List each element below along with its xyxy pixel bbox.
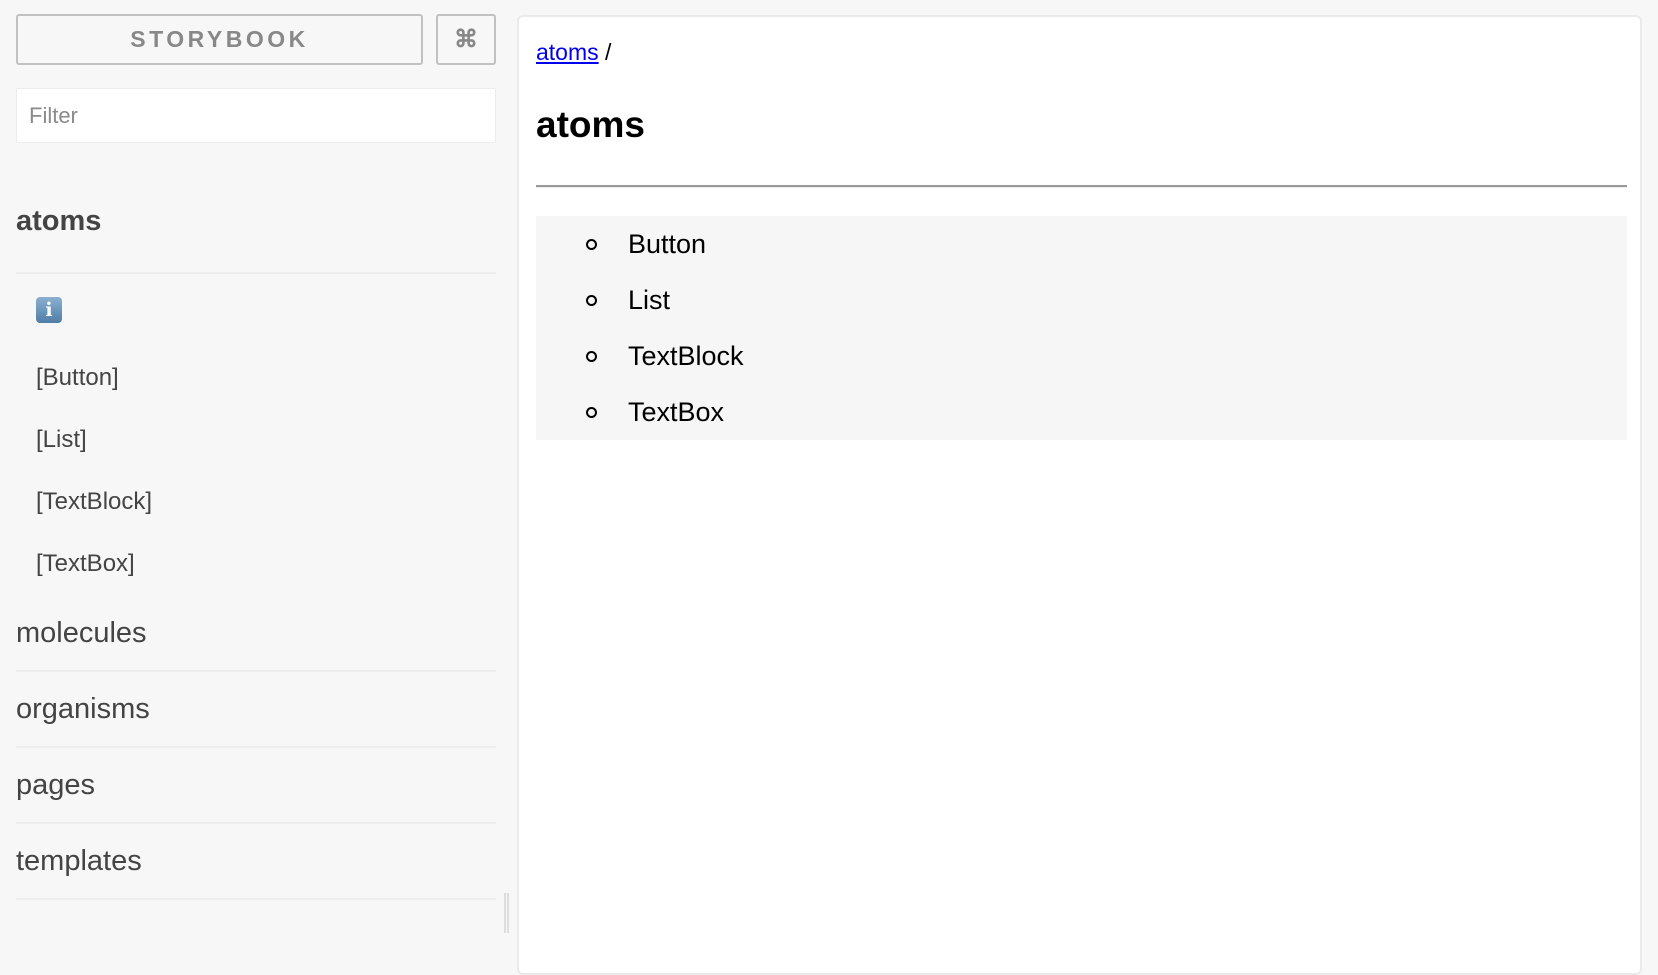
bullet-icon	[586, 406, 597, 418]
preview-panel: atoms / atoms Button List TextBlock Text…	[517, 15, 1642, 975]
list-item: Button	[536, 216, 1627, 272]
breadcrumb-separator: /	[605, 39, 612, 65]
sidebar-kind-templates: templates	[16, 845, 496, 900]
list-item: TextBox	[536, 384, 1627, 440]
sidebar-resize-handle[interactable]	[504, 893, 509, 933]
sidebar-kind-label[interactable]: pages	[16, 769, 496, 802]
storybook-brand-button[interactable]: STORYBOOK	[16, 14, 423, 65]
breadcrumb-link-atoms[interactable]: atoms	[536, 39, 599, 65]
sidebar-kind-organisms: organisms	[16, 693, 496, 748]
page-title: atoms	[536, 104, 645, 145]
keyboard-shortcuts-button[interactable]: ⌘	[436, 14, 496, 65]
sidebar-story-list[interactable]: [List]	[36, 426, 87, 454]
bullet-icon	[586, 238, 597, 250]
sidebar-kind-label[interactable]: templates	[16, 845, 496, 878]
sidebar-kind-atoms: atoms	[16, 205, 496, 274]
breadcrumb: atoms /	[536, 39, 611, 66]
filter-input[interactable]	[16, 88, 496, 143]
bullet-icon	[586, 294, 597, 306]
list-item-label[interactable]: Button	[628, 229, 706, 260]
sidebar-story-button[interactable]: [Button]	[36, 364, 119, 392]
divider	[536, 185, 1627, 188]
list-item-label[interactable]: TextBox	[628, 397, 724, 428]
command-icon: ⌘	[454, 26, 478, 53]
sidebar-story-textbox[interactable]: [TextBox]	[36, 550, 135, 578]
sidebar-kind-molecules: molecules	[16, 617, 496, 672]
list-item: TextBlock	[536, 328, 1627, 384]
list-item: List	[536, 272, 1627, 328]
sidebar-kind-pages: pages	[16, 769, 496, 824]
sidebar-kind-label[interactable]: organisms	[16, 693, 496, 726]
info-icon[interactable]: i	[36, 297, 62, 323]
list-item-label[interactable]: TextBlock	[628, 341, 744, 372]
list-item-label[interactable]: List	[628, 285, 670, 316]
sidebar-kind-label[interactable]: atoms	[16, 205, 496, 238]
sidebar-story-textblock[interactable]: [TextBlock]	[36, 488, 152, 516]
bullet-icon	[586, 350, 597, 362]
sidebar-kind-label[interactable]: molecules	[16, 617, 496, 650]
component-list: Button List TextBlock TextBox	[536, 216, 1627, 440]
